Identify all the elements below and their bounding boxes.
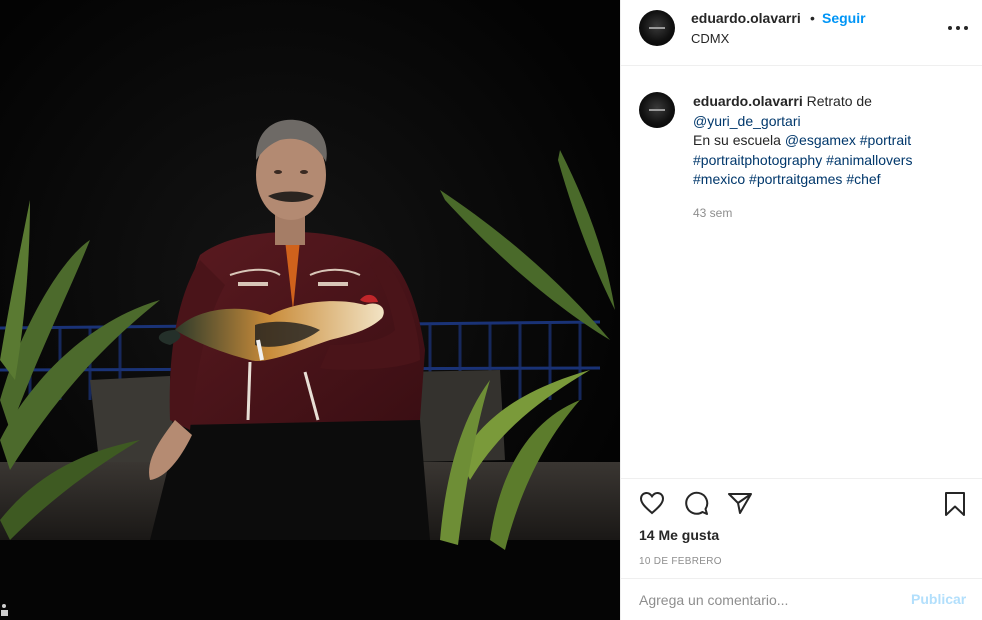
publish-button[interactable]: Publicar [911, 591, 966, 607]
share-icon[interactable] [727, 491, 753, 515]
caption-text: eduardo.olavarri Retrato de @yuri_de_gor… [693, 92, 968, 190]
hashtag-link[interactable]: #portraitgames [749, 171, 842, 187]
portrait-man-with-rooster-image [0, 0, 620, 620]
caption-text-part: En su escuela [693, 132, 785, 148]
post-date: 10 DE FEBRERO [639, 556, 722, 567]
avatar[interactable] [639, 10, 675, 46]
post-header: eduardo.olavarri • Seguir CDMX [621, 0, 982, 66]
likes-count[interactable]: 14 Me gusta [639, 527, 719, 543]
heart-icon[interactable] [639, 491, 665, 515]
hashtag-link[interactable]: #animallovers [826, 152, 912, 168]
bookmark-icon[interactable] [943, 491, 967, 517]
more-horizontal-icon[interactable] [947, 18, 969, 38]
hashtag-link[interactable]: #chef [846, 171, 880, 187]
caption-text-part: Retrato de [802, 93, 872, 109]
comment-input[interactable] [639, 589, 889, 611]
mention-link[interactable]: @yuri_de_gortari [693, 113, 801, 129]
caption-username[interactable]: eduardo.olavarri [693, 93, 803, 109]
follow-button[interactable]: Seguir [822, 10, 866, 26]
header-separator: • [810, 10, 815, 26]
comment-icon[interactable] [683, 491, 709, 517]
comment-box: Publicar [621, 578, 982, 620]
header-username[interactable]: eduardo.olavarri [691, 10, 801, 26]
location-link[interactable]: CDMX [691, 31, 729, 46]
hashtag-link[interactable]: #portraitphotography [693, 152, 822, 168]
mention-link[interactable]: @esgamex [785, 132, 856, 148]
caption-timestamp[interactable]: 43 sem [693, 206, 732, 220]
caption-avatar[interactable] [639, 92, 675, 128]
action-bar: 14 Me gusta 10 DE FEBRERO [621, 478, 982, 578]
post-photo[interactable] [0, 0, 620, 620]
hashtag-link[interactable]: #portrait [860, 132, 911, 148]
post-sidebar: eduardo.olavarri • Seguir CDMX eduardo.o… [620, 0, 982, 620]
hashtag-link[interactable]: #mexico [693, 171, 745, 187]
